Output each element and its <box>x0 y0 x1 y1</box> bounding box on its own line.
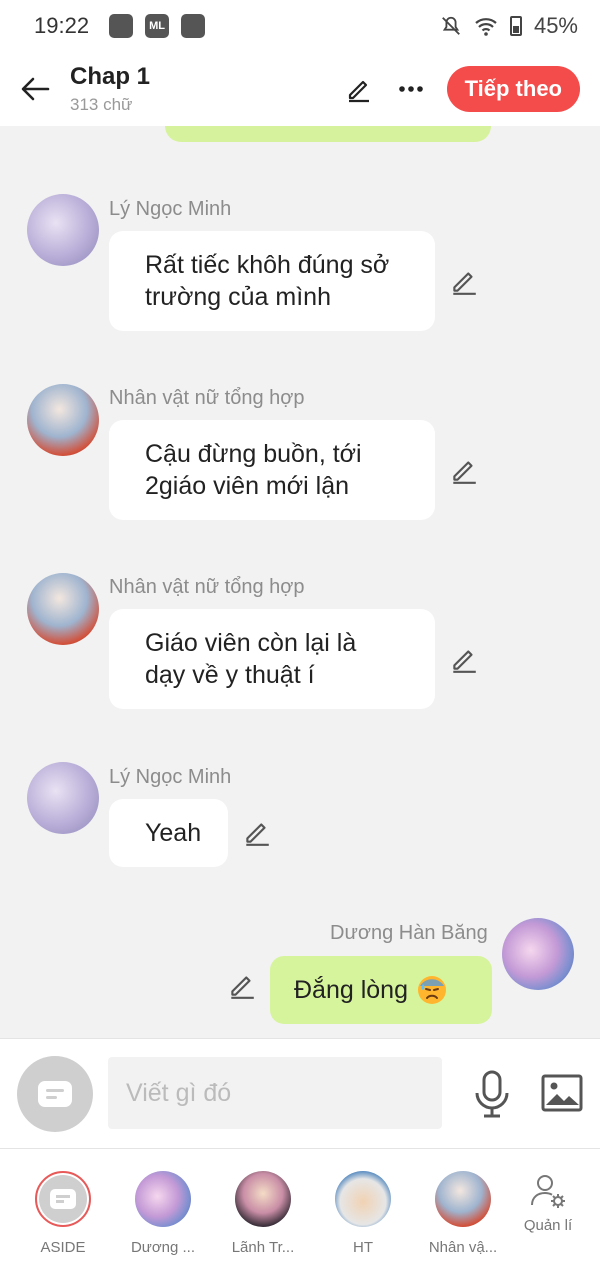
message-input[interactable] <box>108 1057 442 1129</box>
tab-aside[interactable]: ASIDE <box>13 1149 113 1267</box>
message-line: dạy về y thuật í <box>145 661 315 689</box>
message-bubble[interactable]: Rất tiếc khôh đúng sở trường của mình <box>109 231 435 331</box>
edit-message-icon[interactable] <box>242 817 272 847</box>
message-line: Giáo viên còn lại là <box>145 629 357 657</box>
avatar <box>135 1171 191 1227</box>
avatar[interactable] <box>27 762 99 834</box>
chat-bubble-icon <box>50 1189 76 1209</box>
edit-message-icon[interactable] <box>449 644 479 674</box>
sender-name: Lý Ngọc Minh <box>109 198 232 220</box>
tab-manage[interactable]: Quản lí <box>498 1149 598 1267</box>
aside-avatar <box>35 1171 91 1227</box>
tab-label: Quản lí <box>523 1217 573 1234</box>
previous-message-bubble[interactable] <box>165 126 491 142</box>
tab-label: Nhân vậ... <box>428 1239 498 1256</box>
avatar <box>335 1171 391 1227</box>
wifi-icon <box>475 18 497 36</box>
aside-avatar-button[interactable] <box>17 1056 93 1132</box>
edit-message-icon[interactable] <box>449 266 479 296</box>
avatar[interactable] <box>27 384 99 456</box>
message-bubble[interactable]: Đắng lòng <box>270 956 492 1024</box>
tab-character[interactable]: Dương ... <box>113 1149 213 1267</box>
notification-icon <box>109 14 134 38</box>
user-settings-icon <box>531 1175 565 1208</box>
word-count: 313 chữ <box>70 95 133 114</box>
tab-character[interactable]: HT <box>313 1149 413 1267</box>
edit-chapter-button[interactable] <box>343 73 375 105</box>
character-bar: ASIDE Dương ... Lãnh Tr... HT Nhân vậ...… <box>0 1148 600 1267</box>
arrow-left-icon <box>21 77 50 101</box>
tab-label: Dương ... <box>130 1239 196 1256</box>
avatar <box>435 1171 491 1227</box>
more-horizontal-icon <box>398 86 423 92</box>
back-button[interactable] <box>0 52 70 126</box>
more-options-button[interactable] <box>395 73 427 105</box>
next-chapter-button[interactable]: Tiếp theo <box>446 66 580 112</box>
sad-sweat-emoji-icon <box>417 976 446 1004</box>
chapter-title: Chap 1 <box>70 63 151 90</box>
message-line: trường của mình <box>145 283 331 311</box>
edit-message-icon[interactable] <box>227 970 257 1000</box>
tab-label: Lãnh Tr... <box>231 1239 295 1256</box>
sender-name: Nhân vật nữ tổng hợp <box>109 387 305 409</box>
message-bubble[interactable]: Giáo viên còn lại là dạy về y thuật í <box>109 609 435 709</box>
chat-bubble-icon <box>38 1081 72 1107</box>
message-line: Rất tiếc khôh đúng sở <box>145 251 390 279</box>
status-bar: 19:22 ML 45% <box>0 0 600 52</box>
edit-message-icon[interactable] <box>449 455 479 485</box>
sender-name: Nhân vật nữ tổng hợp <box>109 576 305 598</box>
battery-icon <box>509 16 522 36</box>
tab-character[interactable]: Lãnh Tr... <box>213 1149 313 1267</box>
microphone-icon[interactable] <box>470 1069 514 1119</box>
message-composer <box>0 1038 600 1148</box>
message-line: Yeah <box>145 819 202 847</box>
app-ml-icon: ML <box>145 14 170 38</box>
message-line: Đắng lòng <box>294 976 408 1004</box>
chapter-header: Chap 1 313 chữ Tiếp theo <box>0 52 600 126</box>
pencil-icon <box>348 80 369 103</box>
sender-name: Dương Hàn Băng <box>330 922 488 944</box>
sender-name: Lý Ngọc Minh <box>109 766 232 788</box>
status-time: 19:22 <box>34 13 90 38</box>
avatar[interactable] <box>27 573 99 645</box>
notification-icon-2 <box>181 14 206 38</box>
avatar[interactable] <box>27 194 99 266</box>
bell-off-icon <box>442 16 460 35</box>
tab-label: HT <box>353 1239 373 1256</box>
image-icon[interactable] <box>540 1073 584 1113</box>
tab-label: ASIDE <box>40 1239 86 1256</box>
message-line: 2giáo viên mới lận <box>145 472 350 500</box>
message-bubble[interactable]: Cậu đừng buồn, tới 2giáo viên mới lận <box>109 420 435 520</box>
chat-area[interactable]: Lý Ngọc Minh Rất tiếc khôh đúng sở trườn… <box>0 126 600 1038</box>
avatar[interactable] <box>502 918 574 990</box>
message-line: Cậu đừng buồn, tới <box>145 440 362 468</box>
message-bubble[interactable]: Yeah <box>109 799 228 867</box>
avatar <box>235 1171 291 1227</box>
battery-level: 45% <box>533 13 578 38</box>
